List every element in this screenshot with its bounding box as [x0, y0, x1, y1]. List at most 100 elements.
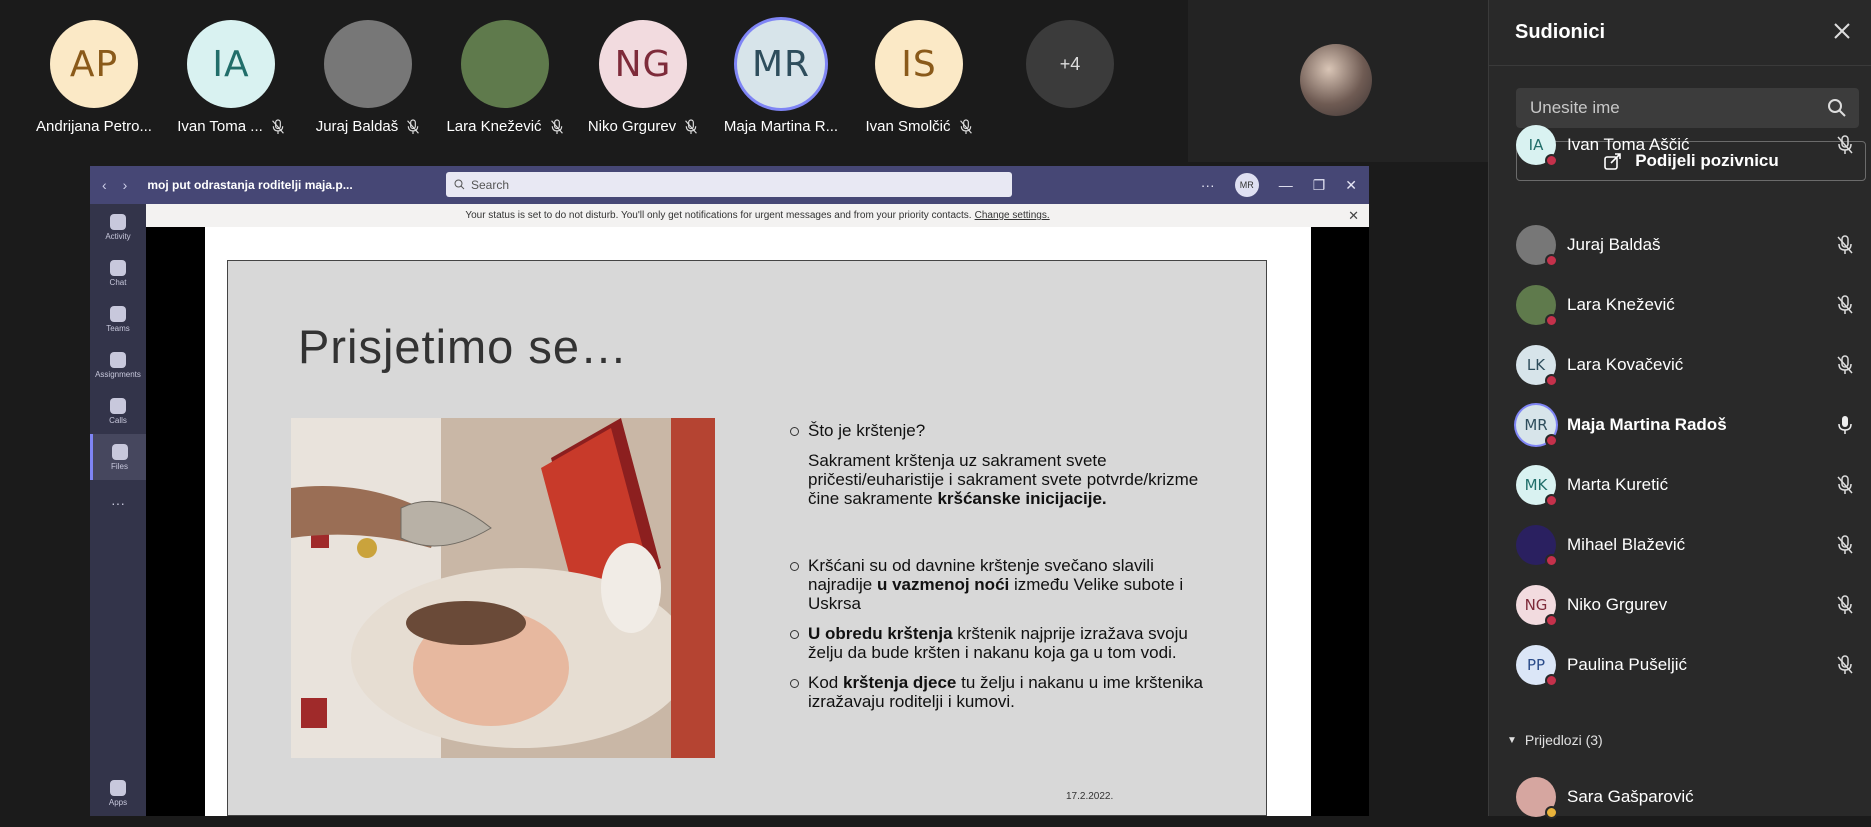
participant-name-row: Niko Grgurev [575, 118, 711, 135]
close-panel-icon[interactable] [1831, 20, 1853, 42]
participant-name: Ivan Smolčić [865, 118, 951, 135]
self-video-tile[interactable] [1188, 0, 1488, 162]
rail-icon [111, 443, 128, 460]
participant-name: Lara Knežević [446, 118, 542, 135]
avatar [1516, 285, 1558, 327]
mic-off-icon [550, 118, 564, 135]
participant-tile[interactable]: IA Ivan Toma ... [163, 20, 299, 135]
participant-name: Mihael Blažević [1567, 535, 1686, 554]
suggestions-header[interactable]: ▼ Prijedlozi (3) [1489, 728, 1871, 752]
panel-title: Sudionici [1515, 21, 1605, 43]
participant-row[interactable]: Juraj Baldaš [1489, 215, 1871, 275]
definition-bold: kršćanske inicijacije. [937, 489, 1107, 508]
suggestion-name: Sara Gašparović [1567, 787, 1694, 806]
participant-gallery: AP Andrijana Petro... IA Ivan Toma ... Juraj… [0, 0, 1188, 162]
participant-row[interactable]: MK Marta Kuretić [1489, 455, 1871, 515]
mic-off-icon [959, 118, 973, 135]
participant-tile[interactable]: MR Maja Martina R... [713, 20, 849, 135]
avatar: PP [1516, 645, 1558, 687]
participant-row[interactable]: Mihael Blažević [1489, 515, 1871, 575]
rail-label: Activity [105, 231, 131, 241]
participant-name-row: Maja Martina R... [713, 118, 849, 135]
participant-row[interactable]: NG Niko Grgurev [1489, 575, 1871, 635]
avatar-initials: PP [1526, 656, 1546, 674]
participant-tile[interactable]: Lara Knežević [437, 20, 573, 135]
more-participants-tile[interactable]: +4 [1002, 20, 1138, 108]
maximize-icon[interactable]: ❐ [1313, 177, 1326, 194]
avatar: NG [599, 20, 687, 108]
avatar [324, 20, 412, 108]
presentation-slide: Prisjetimo se… Što je krštenje? Sakramen… [227, 260, 1267, 816]
notice-text: Your status is set to do not disturb. Yo… [465, 210, 972, 221]
participant-name: Juraj Baldaš [315, 118, 399, 135]
search-box[interactable]: Search [446, 172, 1012, 197]
participants-panel: Sudionici Unesite ime Podijeli pozivnicu… [1488, 0, 1871, 819]
avatar: MK [1516, 465, 1558, 507]
children-bold: krštenja djece [842, 673, 957, 692]
participant-row[interactable]: PP Paulina Pušeljić [1489, 635, 1871, 695]
rail-item[interactable]: Teams [90, 296, 146, 342]
rail-label: Teams [106, 323, 130, 333]
participant-row[interactable]: Lara Knežević [1489, 275, 1871, 335]
participant-tile[interactable]: Juraj Baldaš [300, 20, 436, 135]
baptism-photo-illustration [291, 418, 715, 758]
self-video [1300, 44, 1372, 116]
shared-screen: ‹ › moj put odrastanja roditelji maja.p.… [90, 166, 1369, 816]
rail-item[interactable]: Activity [90, 204, 146, 250]
rail-item[interactable]: Apps [90, 770, 146, 816]
participant-name: Niko Grgurev [1567, 595, 1668, 614]
profile-avatar[interactable]: MR [1234, 173, 1259, 197]
participant-row[interactable]: LK Lara Kovačević [1489, 335, 1871, 395]
dismiss-notice-icon[interactable]: ✕ [1348, 208, 1359, 224]
slide-date: 17.2.2022. [1066, 791, 1114, 802]
participant-tile[interactable]: AP Andrijana Petro... [26, 20, 162, 135]
back-arrow-icon[interactable]: ‹ [102, 177, 107, 193]
avatar-initials: NG [1524, 596, 1548, 614]
profile-initials: MR [1239, 180, 1254, 190]
status-icon [1545, 494, 1558, 507]
history-nav: ‹ › [102, 177, 127, 193]
avatar: MR [737, 20, 825, 108]
rail-item[interactable]: ··· [90, 480, 146, 526]
rail-item[interactable]: Files [90, 434, 146, 480]
more-participants-count: +4 [1026, 20, 1114, 108]
mic-on-icon [1836, 415, 1854, 435]
status-icon [1545, 254, 1558, 267]
more-options-icon[interactable]: ··· [1201, 177, 1215, 193]
close-window-icon[interactable]: ✕ [1345, 177, 1357, 194]
rail-label: Chat [109, 277, 127, 287]
avatar [1516, 225, 1558, 267]
suggestion-row[interactable]: Sara Gašparović [1489, 767, 1871, 827]
avatar-initials: MR [1524, 416, 1548, 434]
minimize-icon[interactable]: — [1279, 177, 1293, 193]
rail-item[interactable]: Chat [90, 250, 146, 296]
mic-off-icon [1836, 475, 1854, 495]
participant-name-row: Juraj Baldaš [300, 118, 436, 135]
avatar [1516, 777, 1558, 819]
participant-name-row: Ivan Smolčić [851, 118, 987, 135]
slide-body: Što je krštenje? Sakrament krštenja uz s… [790, 421, 1210, 722]
window-controls: ··· MR — ❐ ✕ [1201, 166, 1369, 204]
participant-name: Maja Martina Radoš [1567, 415, 1727, 434]
participant-name: Ivan Toma ... [177, 118, 263, 135]
rail-icon [110, 213, 126, 230]
participant-name: Juraj Baldaš [1567, 235, 1661, 254]
participant-tile[interactable]: NG Niko Grgurev [575, 20, 711, 135]
participant-name-row: Lara Knežević [437, 118, 573, 135]
avatar: IS [875, 20, 963, 108]
search-icon [454, 179, 465, 190]
rail-icon [110, 305, 126, 322]
change-settings-link[interactable]: Change settings. [975, 210, 1050, 221]
status-icon [1545, 374, 1558, 387]
forward-arrow-icon[interactable]: › [123, 177, 128, 193]
app-rail: Activity Chat Teams Assignments Calls Files ··… [90, 204, 146, 816]
participant-row[interactable]: MR Maja Martina Radoš [1489, 395, 1871, 455]
rail-icon [110, 779, 126, 796]
rail-item[interactable]: Assignments [90, 342, 146, 388]
rail-item[interactable]: Calls [90, 388, 146, 434]
children-text-a: Kod [808, 673, 843, 692]
participant-row[interactable]: IA Ivan Toma Aščić [1489, 115, 1871, 175]
avatar [461, 20, 549, 108]
participant-tile[interactable]: IS Ivan Smolčić [851, 20, 987, 135]
participant-name: Lara Kovačević [1567, 355, 1684, 374]
